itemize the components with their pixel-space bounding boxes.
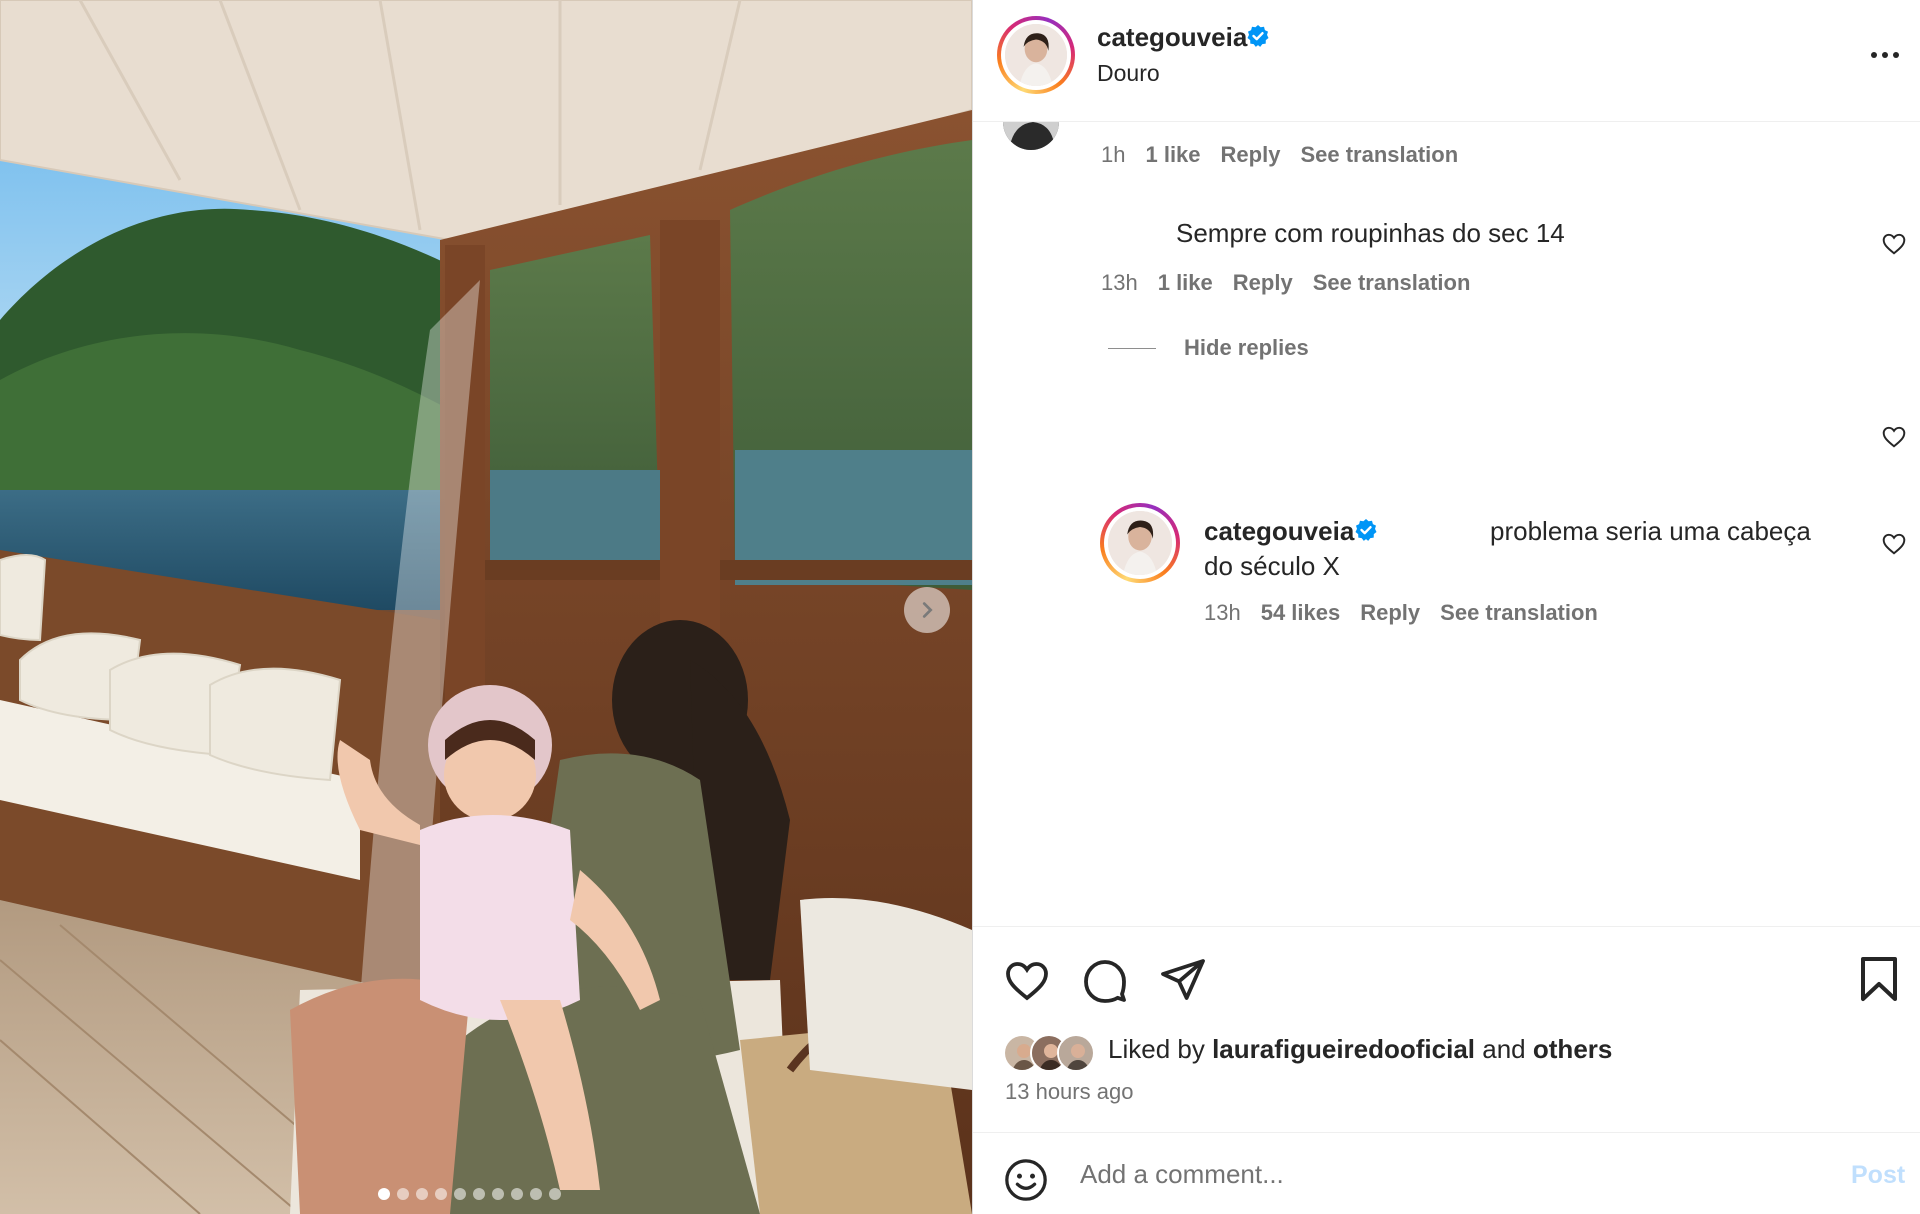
carousel-dot bbox=[397, 1188, 409, 1200]
verified-badge-icon bbox=[1355, 519, 1377, 541]
comment-meta: 13h 54 likes Reply See translation bbox=[1204, 600, 1618, 626]
hide-replies-button[interactable]: Hide replies bbox=[1184, 335, 1309, 361]
reply-text-line-2: do século X bbox=[1204, 551, 1340, 581]
liked-by-and: and bbox=[1482, 1034, 1526, 1064]
comment-likes[interactable]: 1 like bbox=[1158, 270, 1213, 295]
liked-by-others-link[interactable]: others bbox=[1533, 1034, 1612, 1064]
carousel-dot bbox=[454, 1188, 466, 1200]
comment-time[interactable]: 13h bbox=[1204, 600, 1241, 625]
comment-time[interactable]: 1h bbox=[1101, 142, 1125, 167]
see-translation-button[interactable]: See translation bbox=[1313, 270, 1471, 295]
author-avatar[interactable] bbox=[997, 16, 1075, 94]
post-side-panel: categouveia Douro 1h 1 like Reply See trans… bbox=[973, 0, 1920, 1214]
post-actions: Liked by laurafigueiredooficial and othe… bbox=[973, 926, 1920, 1132]
comment-text: Sempre com roupinhas do sec 14 bbox=[1176, 218, 1565, 248]
post-location[interactable]: Douro bbox=[1097, 60, 1160, 87]
carousel-dot bbox=[511, 1188, 523, 1200]
share-icon[interactable] bbox=[1159, 955, 1207, 1003]
heart-icon[interactable] bbox=[1881, 531, 1907, 557]
comment-meta: 13h 1 like Reply See translation bbox=[1101, 270, 1490, 296]
next-arrow-icon bbox=[922, 602, 933, 618]
carousel-dot bbox=[492, 1188, 504, 1200]
heart-icon[interactable] bbox=[1881, 231, 1907, 257]
commenter-avatar-image bbox=[1003, 122, 1059, 150]
liker-avatars bbox=[1003, 1034, 1095, 1074]
see-translation-button[interactable]: See translation bbox=[1300, 142, 1458, 167]
carousel-dot bbox=[530, 1188, 542, 1200]
reply-text-line-1: problema seria uma cabeça bbox=[1490, 516, 1811, 546]
more-options-icon[interactable] bbox=[1865, 40, 1905, 70]
carousel-dot bbox=[378, 1188, 390, 1200]
replies-divider bbox=[1108, 348, 1156, 349]
author-avatar-image bbox=[1005, 24, 1067, 86]
author-username[interactable]: categouveia bbox=[1097, 22, 1247, 53]
reply-button[interactable]: Reply bbox=[1360, 600, 1420, 625]
post-comment-button[interactable]: Post bbox=[1851, 1161, 1905, 1190]
verified-badge-icon bbox=[1247, 25, 1269, 47]
next-slide-button[interactable] bbox=[904, 587, 950, 633]
reply-username[interactable]: categouveia bbox=[1204, 516, 1354, 547]
liked-by-user-link[interactable]: laurafigueiredooficial bbox=[1212, 1034, 1475, 1064]
comments-list: 1h 1 like Reply See translation Sempre com … bbox=[973, 122, 1920, 926]
liked-by-prefix: Liked by bbox=[1108, 1034, 1205, 1064]
reply-author-avatar[interactable] bbox=[1100, 503, 1180, 583]
comment-input[interactable] bbox=[1080, 1149, 1780, 1199]
carousel-dot bbox=[416, 1188, 428, 1200]
post-media[interactable] bbox=[0, 0, 972, 1214]
comment-time[interactable]: 13h bbox=[1101, 270, 1138, 295]
carousel-dot bbox=[473, 1188, 485, 1200]
carousel-dot bbox=[549, 1188, 561, 1200]
see-translation-button[interactable]: See translation bbox=[1440, 600, 1598, 625]
comment-meta: 1h 1 like Reply See translation bbox=[1101, 142, 1478, 168]
comment-likes[interactable]: 1 like bbox=[1145, 142, 1200, 167]
liked-by-summary: Liked by laurafigueiredooficial and othe… bbox=[1108, 1034, 1612, 1065]
bookmark-icon[interactable] bbox=[1857, 955, 1901, 1003]
commenter-avatar[interactable] bbox=[1003, 122, 1059, 150]
heart-icon[interactable] bbox=[1003, 957, 1051, 1005]
post-photo bbox=[0, 0, 972, 1214]
liker-avatar[interactable] bbox=[1057, 1034, 1095, 1072]
post-time-ago[interactable]: 13 hours ago bbox=[1005, 1079, 1133, 1105]
reply-author-avatar-image bbox=[1108, 511, 1172, 575]
emoji-icon[interactable] bbox=[1003, 1157, 1049, 1203]
comment-likes[interactable]: 54 likes bbox=[1261, 600, 1341, 625]
carousel-dot bbox=[435, 1188, 447, 1200]
reply-button[interactable]: Reply bbox=[1221, 142, 1281, 167]
carousel-indicators bbox=[378, 1188, 561, 1200]
post-header: categouveia Douro bbox=[973, 0, 1920, 122]
heart-icon[interactable] bbox=[1881, 424, 1907, 450]
comment-composer: Post bbox=[973, 1132, 1920, 1214]
comment-icon[interactable] bbox=[1081, 957, 1129, 1005]
reply-button[interactable]: Reply bbox=[1233, 270, 1293, 295]
